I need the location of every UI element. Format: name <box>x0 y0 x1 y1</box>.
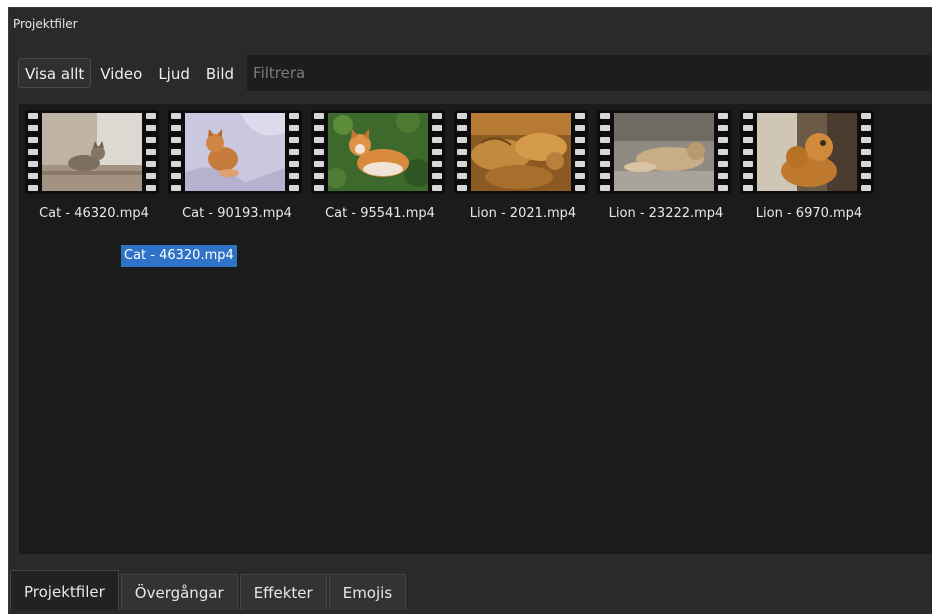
filter-input[interactable] <box>247 55 932 91</box>
file-name: Lion - 6970.mp4 <box>755 206 863 221</box>
file-item[interactable]: Lion - 2021.mp4 <box>452 110 600 222</box>
file-name: Cat - 95541.mp4 <box>325 206 435 221</box>
file-name: Cat - 90193.mp4 <box>182 206 292 221</box>
bottom-tab-bar: Projektfiler Övergångar Effekter Emojis <box>10 570 408 610</box>
file-item[interactable]: Lion - 23222.mp4 <box>595 110 743 222</box>
filter-image-button[interactable]: Bild <box>199 58 241 88</box>
file-name: Cat - 46320.mp4 <box>39 206 149 221</box>
file-grid[interactable]: Cat - 46320.mp4 Cat - 90193.mp4 Cat - 95… <box>19 104 932 554</box>
file-item[interactable]: Cat - 90193.mp4 <box>166 110 314 222</box>
tab-project-files[interactable]: Projektfiler <box>10 570 119 610</box>
tab-emojis[interactable]: Emojis <box>328 574 407 610</box>
film-frame <box>597 110 731 194</box>
file-item[interactable]: Cat - 95541.mp4 <box>309 110 457 222</box>
file-name: Lion - 23222.mp4 <box>608 206 724 221</box>
video-thumbnail <box>614 113 714 191</box>
filter-video-button[interactable]: Video <box>93 58 149 88</box>
file-item[interactable]: Lion - 6970.mp4 <box>738 110 886 222</box>
video-thumbnail <box>185 113 285 191</box>
file-name: Lion - 2021.mp4 <box>469 206 577 221</box>
tab-transitions[interactable]: Övergångar <box>120 574 238 610</box>
film-frame <box>168 110 302 194</box>
film-frame <box>454 110 588 194</box>
video-thumbnail <box>757 113 857 191</box>
filter-bar: Visa allt Video Ljud Bild <box>18 55 932 91</box>
film-frame <box>311 110 445 194</box>
filter-audio-button[interactable]: Ljud <box>151 58 197 88</box>
filter-all-button[interactable]: Visa allt <box>18 58 92 88</box>
tab-effects[interactable]: Effekter <box>239 574 327 610</box>
file-item[interactable]: Cat - 46320.mp4 <box>23 110 171 222</box>
drag-label: Cat - 46320.mp4 <box>121 245 237 267</box>
video-thumbnail <box>42 113 142 191</box>
dock-title: Projektfiler <box>13 17 78 31</box>
film-frame <box>25 110 159 194</box>
film-frame <box>740 110 874 194</box>
video-thumbnail <box>471 113 571 191</box>
video-thumbnail <box>328 113 428 191</box>
